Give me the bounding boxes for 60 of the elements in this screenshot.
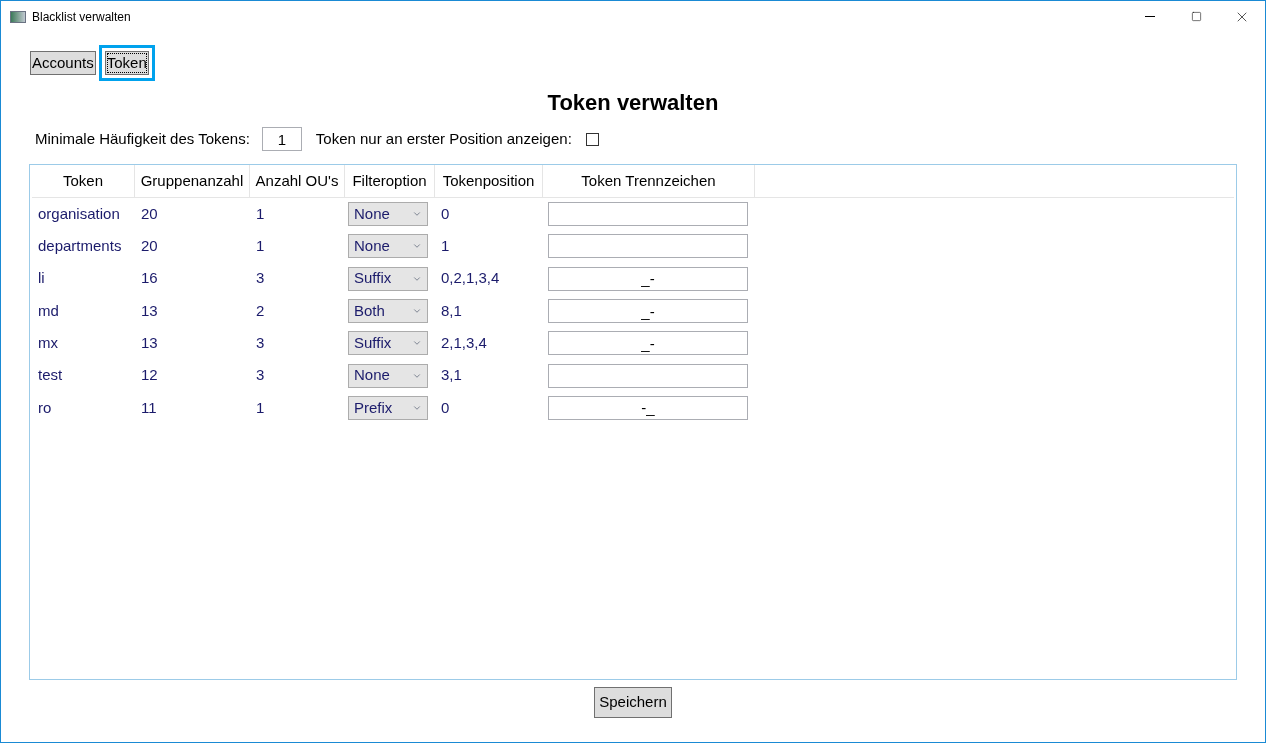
save-button[interactable]: Speichern [594, 687, 672, 718]
column-header[interactable]: Gruppenanzahl [135, 165, 250, 197]
table-cell-text: departments [37, 236, 123, 257]
table-cell-text: test [37, 365, 64, 386]
column-header[interactable]: Token [32, 165, 135, 197]
table-cell-text: 0 [440, 203, 451, 224]
min-frequency-field[interactable]: 1 [261, 127, 302, 151]
filter-dropdown[interactable]: None [348, 363, 428, 388]
table-cell-text: 8,1 [440, 300, 463, 321]
table-cell-text: 3 [255, 268, 266, 289]
separator-field[interactable]: _- [548, 299, 748, 324]
separator-field[interactable]: _- [548, 266, 748, 291]
minimize-icon [1145, 16, 1155, 17]
column-header[interactable]: Filteroption [345, 165, 435, 197]
table-cell-text: 1 [255, 397, 266, 418]
table-cell-text: li [37, 268, 46, 289]
tab[interactable]: Accounts [30, 50, 96, 75]
table-cell-text: 3 [255, 333, 266, 354]
table-cell-text: 11 [140, 397, 158, 418]
table-cell-text: 1 [255, 236, 266, 257]
filter-dropdown[interactable]: Suffix [348, 266, 428, 291]
table-cell-text: 20 [140, 203, 159, 224]
separator-field[interactable]: -_ [548, 395, 748, 420]
separator-field[interactable] [548, 234, 748, 259]
table-cell-text: 13 [140, 333, 159, 354]
tab[interactable]: Token [104, 50, 149, 75]
filter-dropdown[interactable]: None [348, 234, 428, 259]
filter-dropdown[interactable]: None [348, 202, 428, 227]
table-cell-text: 20 [140, 236, 159, 257]
table-cell-text: 3,1 [440, 365, 463, 386]
table-cell-text: 2,1,3,4 [440, 333, 488, 354]
separator-field[interactable] [548, 202, 748, 227]
first-position-checkbox[interactable] [585, 132, 599, 146]
maximize-icon [1190, 11, 1202, 22]
table-cell-text: 0,2,1,3,4 [440, 268, 501, 289]
table-cell-text: 12 [140, 365, 159, 386]
separator-field[interactable] [548, 363, 748, 388]
window-title: Blacklist verwalten [32, 8, 131, 26]
table-cell-text: organisation [37, 203, 121, 224]
table-cell-text: ro [37, 397, 53, 418]
filter-dropdown[interactable]: Both [348, 299, 428, 324]
table-cell-text: 2 [255, 300, 266, 321]
separator-field[interactable]: _- [548, 331, 748, 356]
column-header[interactable]: Tokenposition [435, 165, 543, 197]
table-cell-text: 13 [140, 300, 159, 321]
min-frequency-label: Minimale Häufigkeit des Tokens: [35, 128, 250, 149]
column-header[interactable]: Anzahl OU's [250, 165, 345, 197]
first-position-label: Token nur an erster Position anzeigen: [315, 128, 572, 149]
filter-dropdown[interactable]: Suffix [348, 331, 428, 356]
table-cell-text: 3 [255, 365, 266, 386]
table-cell-text: mx [37, 333, 59, 354]
page-heading: Token verwalten [546, 89, 720, 117]
filter-dropdown[interactable]: Prefix [348, 395, 428, 420]
column-header[interactable]: Token Trennzeichen [543, 165, 755, 197]
app-icon [10, 10, 26, 23]
table-cell-text: 1 [255, 203, 266, 224]
table-cell-text: 0 [440, 397, 451, 418]
table-cell-text: 1 [440, 236, 451, 257]
table-cell-text: 16 [140, 268, 159, 289]
table-cell-text: md [37, 300, 60, 321]
